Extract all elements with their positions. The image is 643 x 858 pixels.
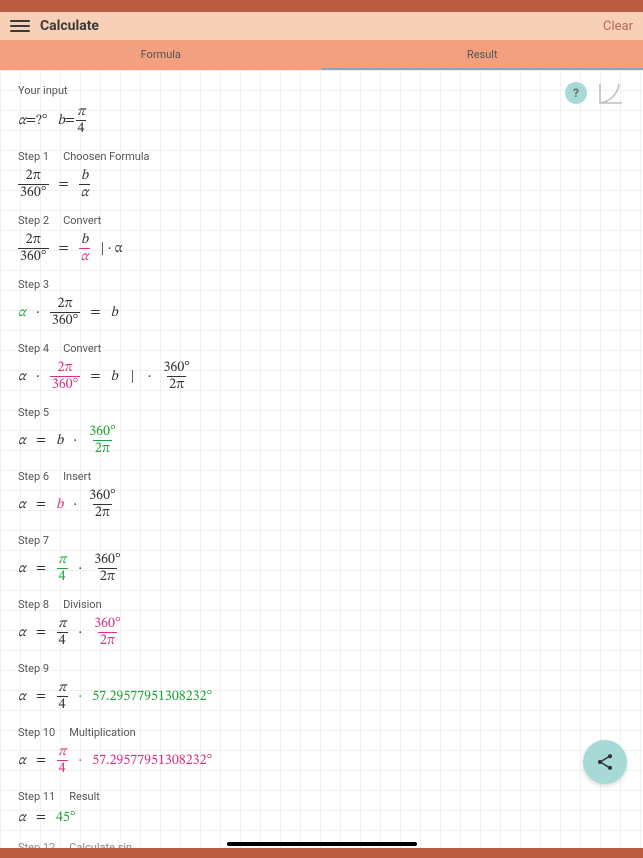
home-indicator [227, 842, 417, 846]
step-num: Step 3 [18, 278, 49, 291]
step-title: Insert [63, 470, 91, 483]
step-title: Division [63, 598, 102, 611]
step-num: Step 7 [18, 534, 49, 547]
step-6: Step 6Insert α = b · 360°2π [18, 470, 625, 520]
share-icon [595, 752, 615, 772]
step-11: Step 11Result α = 45° [18, 790, 625, 827]
step-num: Step 10 [18, 726, 55, 739]
step-7: Step 7 α = π4 · 360°2π [18, 534, 625, 584]
sym-qmark: ?° [36, 112, 47, 130]
input-expression: α = ?° b = π4 [18, 105, 625, 136]
op-bar: | · α [100, 240, 122, 258]
step-1: Step 1Choosen Formula 2π360° = bα [18, 150, 625, 200]
app-bar: Calculate Clear [0, 12, 643, 40]
clear-button[interactable]: Clear [603, 19, 633, 34]
step-num: Step 1 [18, 150, 49, 163]
step-9: Step 9 α = π4 · 57.29577951308232° [18, 662, 625, 712]
sym-alpha: α [18, 112, 26, 130]
tab-result[interactable]: Result [322, 40, 643, 70]
tab-formula[interactable]: Formula [0, 40, 322, 70]
sym-b: b [57, 112, 64, 130]
input-label: Your input [18, 84, 625, 97]
step-num: Step 5 [18, 406, 49, 419]
step-2: Step 2Convert 2π360° = bα | · α [18, 214, 625, 264]
step-num: Step 2 [18, 214, 49, 227]
step-num: Step 9 [18, 662, 49, 675]
step-num: Step 6 [18, 470, 49, 483]
step-num: Step 12 [18, 841, 55, 848]
result-value: 45° [56, 809, 76, 827]
step-num: Step 4 [18, 342, 49, 355]
step-num: Step 8 [18, 598, 49, 611]
tab-bar: Formula Result [0, 40, 643, 70]
app-title: Calculate [40, 18, 99, 34]
sym-eq2: = [65, 112, 75, 130]
step-10: Step 10Multiplication α = π4 · 57.295779… [18, 726, 625, 776]
menu-icon[interactable] [10, 16, 30, 36]
angle-mode-icon[interactable] [597, 78, 625, 106]
content-scroll[interactable]: ? Your input α = ?° b = π4 Step 1 Choosen… [0, 70, 643, 848]
step-title: Choosen Formula [63, 150, 149, 163]
share-button[interactable] [583, 740, 627, 784]
status-strip [0, 0, 643, 12]
step-title: Result [69, 790, 100, 803]
step-4: Step 4Convert α · 2π360° = b |· 360°2π [18, 342, 625, 392]
bottom-strip [0, 848, 643, 858]
ratio-value: 57.29577951308232° [92, 688, 212, 706]
sym-eq: = [26, 112, 36, 130]
step-5: Step 5 α = b · 360°2π [18, 406, 625, 456]
step-3: Step 3 α · 2π360° = b [18, 278, 625, 328]
step-title: Calculate sin [69, 841, 132, 848]
step-title: Multiplication [69, 726, 136, 739]
step-num: Step 11 [18, 790, 55, 803]
step-title: Convert [63, 214, 101, 227]
step-8: Step 8Division α = π4 · 360°2π [18, 598, 625, 648]
help-button[interactable]: ? [565, 82, 587, 104]
step-title: Convert [63, 342, 101, 355]
